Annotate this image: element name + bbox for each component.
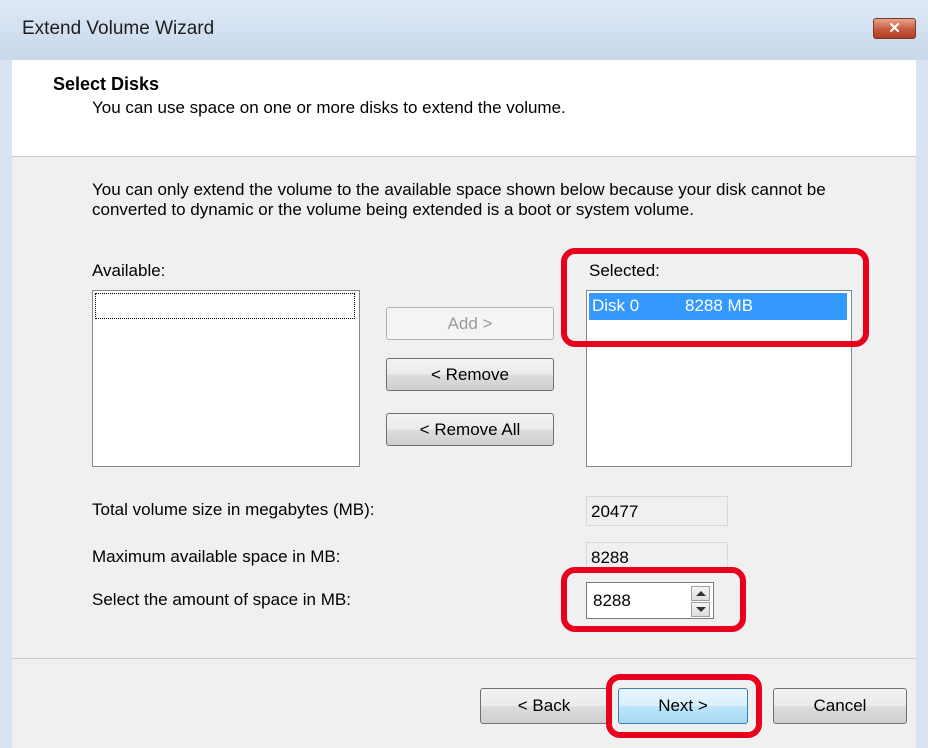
amount-label: Select the amount of space in MB: — [92, 590, 351, 609]
total-size-value: 20477 — [586, 496, 728, 526]
window-title: Extend Volume Wizard — [22, 18, 215, 39]
page-title: Select Disks — [53, 74, 160, 94]
available-listbox[interactable] — [92, 290, 360, 467]
title-bar: Extend Volume Wizard ✕ — [0, 0, 928, 60]
window-left-border — [0, 60, 12, 748]
add-button[interactable]: Add > — [386, 307, 554, 340]
window-right-border — [916, 60, 928, 748]
available-label: Available: — [92, 261, 166, 280]
wizard-window: Extend Volume Wizard ✕ Select Disks You … — [0, 0, 928, 748]
info-text: You can only extend the volume to the av… — [92, 180, 826, 219]
highlight-amount-box — [561, 567, 746, 632]
close-button[interactable]: ✕ — [873, 18, 916, 39]
max-space-label: Maximum available space in MB: — [92, 547, 341, 566]
close-icon: ✕ — [888, 20, 901, 37]
cancel-button[interactable]: Cancel — [773, 688, 907, 724]
highlight-selected-box — [561, 248, 869, 347]
focus-rectangle — [95, 293, 355, 319]
remove-all-button[interactable]: < Remove All — [386, 413, 554, 446]
footer-separator — [12, 658, 916, 659]
highlight-next-box — [606, 674, 762, 738]
back-button[interactable]: < Back — [480, 688, 608, 724]
remove-button[interactable]: < Remove — [386, 358, 554, 391]
page-subtitle: You can use space on one or more disks t… — [92, 98, 566, 117]
wizard-header: Select Disks You can use space on one or… — [12, 60, 916, 157]
total-size-label: Total volume size in megabytes (MB): — [92, 500, 375, 519]
